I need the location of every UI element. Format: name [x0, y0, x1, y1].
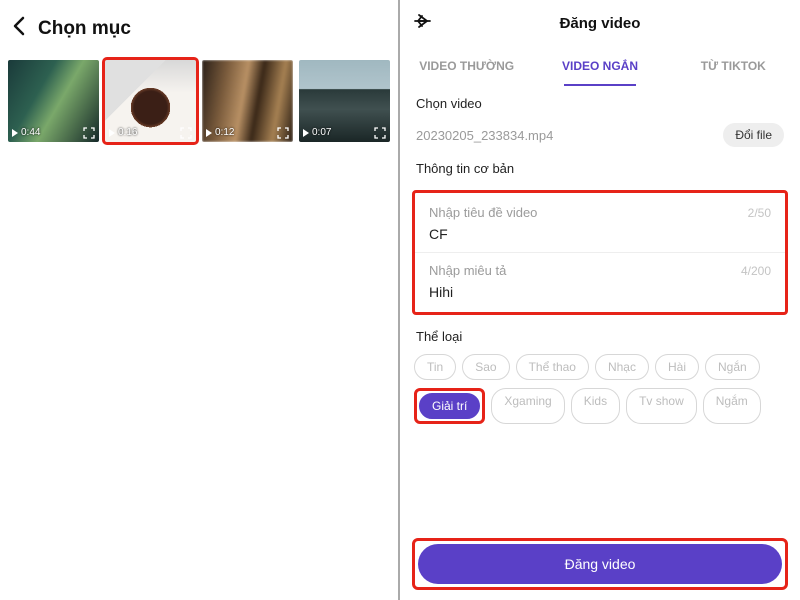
back-icon[interactable] — [414, 12, 432, 35]
page-title: Chọn mục — [38, 18, 131, 40]
char-counter: 2/50 — [748, 206, 771, 220]
field-label: Nhập tiêu đề video — [429, 205, 537, 220]
category-chips: Giải trí Xgaming Kids Tv show Ngắm — [414, 388, 786, 424]
thumb-duration: 0:12 — [215, 127, 234, 138]
video-thumb[interactable]: 0:44 — [8, 60, 99, 142]
section-label: Thông tin cơ bản — [416, 161, 784, 176]
category-chip[interactable]: Kids — [571, 388, 620, 424]
file-row: 20230205_233834.mp4 Đổi file — [400, 123, 800, 157]
selected-file-name: 20230205_233834.mp4 — [416, 128, 553, 143]
left-header: Chọn mục — [0, 0, 398, 54]
category-chip[interactable]: Xgaming — [491, 388, 564, 424]
back-icon[interactable] — [12, 16, 26, 42]
description-input-value: Hihi — [429, 284, 771, 300]
play-icon — [303, 129, 309, 137]
upload-type-tabs: VIDEO THƯỜNG VIDEO NGẮN TỪ TIKTOK — [400, 46, 800, 86]
video-thumb[interactable]: 0:07 — [299, 60, 390, 142]
expand-icon[interactable] — [180, 126, 192, 138]
play-icon — [206, 129, 212, 137]
description-field[interactable]: Nhập miêu tả 4/200 Hihi — [415, 252, 785, 310]
expand-icon[interactable] — [374, 126, 386, 138]
play-icon — [12, 129, 18, 137]
category-chip[interactable]: Thể thao — [516, 354, 589, 380]
right-header: Đăng video — [400, 0, 800, 46]
category-chip[interactable]: Ngắn — [705, 354, 760, 380]
category-chip[interactable]: Sao — [462, 354, 509, 380]
section-label: Thể loại — [416, 329, 784, 344]
highlight-annotation: Giải trí — [414, 388, 485, 424]
tab-tu-tiktok[interactable]: TỪ TIKTOK — [667, 46, 800, 86]
category-chip[interactable]: Ngắm — [703, 388, 761, 424]
category-chips: Tin Sao Thể thao Nhạc Hài Ngắn — [414, 354, 786, 380]
field-label: Nhập miêu tả — [429, 263, 506, 278]
thumb-duration: 0:44 — [21, 127, 40, 138]
upload-video-screen: Đăng video VIDEO THƯỜNG VIDEO NGẮN TỪ TI… — [400, 0, 800, 600]
tab-video-thuong[interactable]: VIDEO THƯỜNG — [400, 46, 533, 86]
change-file-button[interactable]: Đổi file — [723, 123, 784, 147]
expand-icon[interactable] — [83, 126, 95, 138]
choose-video-section: Chọn video — [400, 86, 800, 123]
video-thumb-list: 0:44 0:16 0:12 — [0, 54, 398, 148]
char-counter: 4/200 — [741, 264, 771, 278]
category-chip[interactable]: Tin — [414, 354, 456, 380]
highlight-annotation: Đăng video — [412, 538, 788, 590]
category-section: Thể loại Tin Sao Thể thao Nhạc Hài Ngắn … — [400, 315, 800, 424]
page-title: Đăng video — [560, 15, 641, 32]
basic-info-section: Thông tin cơ bản — [400, 157, 800, 186]
category-chip[interactable]: Tv show — [626, 388, 697, 424]
section-label: Chọn video — [416, 96, 784, 111]
gallery-picker-screen: Chọn mục 0:44 0:16 — [0, 0, 400, 600]
thumb-duration: 0:07 — [312, 127, 331, 138]
video-thumb[interactable]: 0:16 — [105, 60, 196, 142]
title-field[interactable]: Nhập tiêu đề video 2/50 CF — [415, 199, 785, 252]
category-chip[interactable]: Hài — [655, 354, 699, 380]
thumb-duration: 0:16 — [118, 127, 137, 138]
category-chip[interactable]: Nhạc — [595, 354, 649, 380]
play-icon — [109, 129, 115, 137]
title-input-value: CF — [429, 226, 771, 242]
tab-video-ngan[interactable]: VIDEO NGẮN — [533, 46, 666, 86]
expand-icon[interactable] — [277, 126, 289, 138]
category-chip-selected[interactable]: Giải trí — [419, 393, 480, 419]
basic-info-form: Nhập tiêu đề video 2/50 CF Nhập miêu tả … — [412, 190, 788, 315]
video-thumb[interactable]: 0:12 — [202, 60, 293, 142]
submit-upload-button[interactable]: Đăng video — [418, 544, 782, 584]
